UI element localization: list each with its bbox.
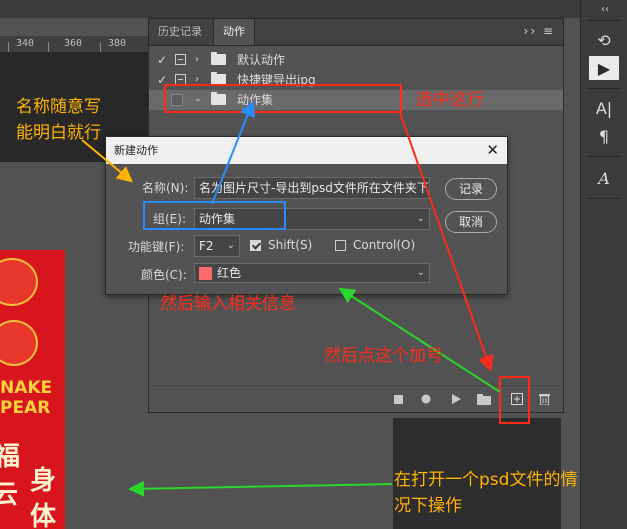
lantern-decoration (0, 258, 38, 306)
record-button[interactable]: 记录 (445, 178, 497, 200)
color-swatch (199, 267, 212, 280)
panel-menu-icon[interactable]: ›› ≡ (524, 24, 555, 38)
function-key-select[interactable]: F2 ⌄ (194, 235, 240, 257)
history-brush-icon[interactable]: ⟲ (589, 28, 619, 52)
ruler-tick-label: 380 (108, 38, 127, 49)
annotation-name-hint: 名称随意写 (16, 97, 101, 117)
color-select[interactable]: 红色 ⌄ (194, 263, 430, 283)
shift-checkbox[interactable] (250, 240, 261, 251)
divider (587, 156, 621, 157)
highlight-selected-row (164, 84, 402, 113)
close-icon[interactable]: ✕ (486, 137, 499, 164)
divider (587, 88, 621, 89)
horizontal-ruler: 340 360 380 (0, 36, 148, 53)
name-label: 名称(N): (142, 181, 189, 195)
glyphs-icon[interactable]: A (589, 166, 619, 190)
arrow-to-canvas (128, 480, 393, 497)
chevron-down-icon: ⌄ (226, 240, 235, 251)
function-key-label: 功能键(F): (128, 240, 185, 254)
stop-icon[interactable] (389, 390, 407, 408)
action-set-row-default[interactable]: ✓ › 默认动作 (149, 50, 563, 70)
poster-text-line: NAKE (0, 378, 53, 398)
control-checkbox[interactable] (335, 240, 346, 251)
annotation-click-plus: 然后点这个加号 (324, 346, 443, 366)
divider (587, 198, 621, 199)
options-bar-strip (0, 0, 627, 18)
poster-glyph: 福 (0, 442, 21, 472)
chevron-right-icon[interactable]: › (195, 50, 199, 70)
annotation-name-hint: 能明白就行 (16, 123, 101, 143)
play-icon[interactable] (447, 390, 465, 408)
right-panel-dock: ‹‹ ⟲ ▶ A| ¶ A (580, 0, 627, 529)
highlight-plus-button (499, 376, 530, 424)
color-label: 颜色(C): (141, 268, 187, 282)
dialog-toggle-icon[interactable] (175, 54, 186, 65)
ruler-tick-label: 340 (16, 38, 35, 49)
annotation-psd-open: 在打开一个psd文件的情 (394, 470, 578, 490)
collapse-panels-icon[interactable]: ‹‹ (601, 4, 609, 15)
tab-actions[interactable]: 动作 (213, 19, 255, 45)
control-label[interactable]: Control(O) (353, 238, 415, 252)
name-input[interactable]: 名为图片尺寸-导出到psd文件所在文件夹下 (194, 177, 430, 199)
poster-text-line: PEAR (0, 398, 51, 418)
dialog-title: 新建动作 (114, 144, 158, 157)
function-key-value: F2 (199, 239, 214, 253)
poster-glyph: 体 (30, 502, 57, 529)
tab-history[interactable]: 历史记录 (149, 19, 211, 45)
poster-glyph: 身 (30, 466, 57, 496)
cancel-button[interactable]: 取消 (445, 211, 497, 233)
character-icon[interactable]: A| (589, 96, 619, 120)
poster-glyph: 云 (0, 480, 19, 510)
ruler-tick-label: 360 (64, 38, 83, 49)
annotation-select-row: 选中这行 (416, 90, 484, 110)
dialog-title-bar: 新建动作 ✕ (106, 137, 507, 164)
lantern-decoration (0, 320, 38, 366)
chevron-down-icon: ⌄ (416, 267, 425, 278)
paragraph-icon[interactable]: ¶ (589, 124, 619, 148)
divider (587, 20, 621, 21)
trash-icon[interactable] (535, 390, 553, 408)
actions-play-icon[interactable]: ▶ (589, 56, 619, 80)
folder-icon (211, 52, 226, 65)
annotation-psd-open: 况下操作 (394, 496, 462, 516)
highlight-group-field (143, 201, 286, 230)
shift-label[interactable]: Shift(S) (268, 238, 312, 252)
check-icon[interactable]: ✓ (155, 50, 169, 70)
panel-tab-bar: 历史记录 动作 ›› ≡ (149, 19, 563, 46)
snake-year-poster: NAKE PEAR 福 身 云 体 (0, 250, 65, 529)
chevron-down-icon: ⌄ (416, 213, 425, 224)
color-value: 红色 (217, 266, 242, 280)
folder-icon[interactable] (475, 390, 493, 408)
record-icon[interactable] (417, 390, 435, 408)
annotation-enter-info: 然后输入相关信息 (160, 294, 296, 314)
action-set-label: 默认动作 (237, 53, 286, 67)
